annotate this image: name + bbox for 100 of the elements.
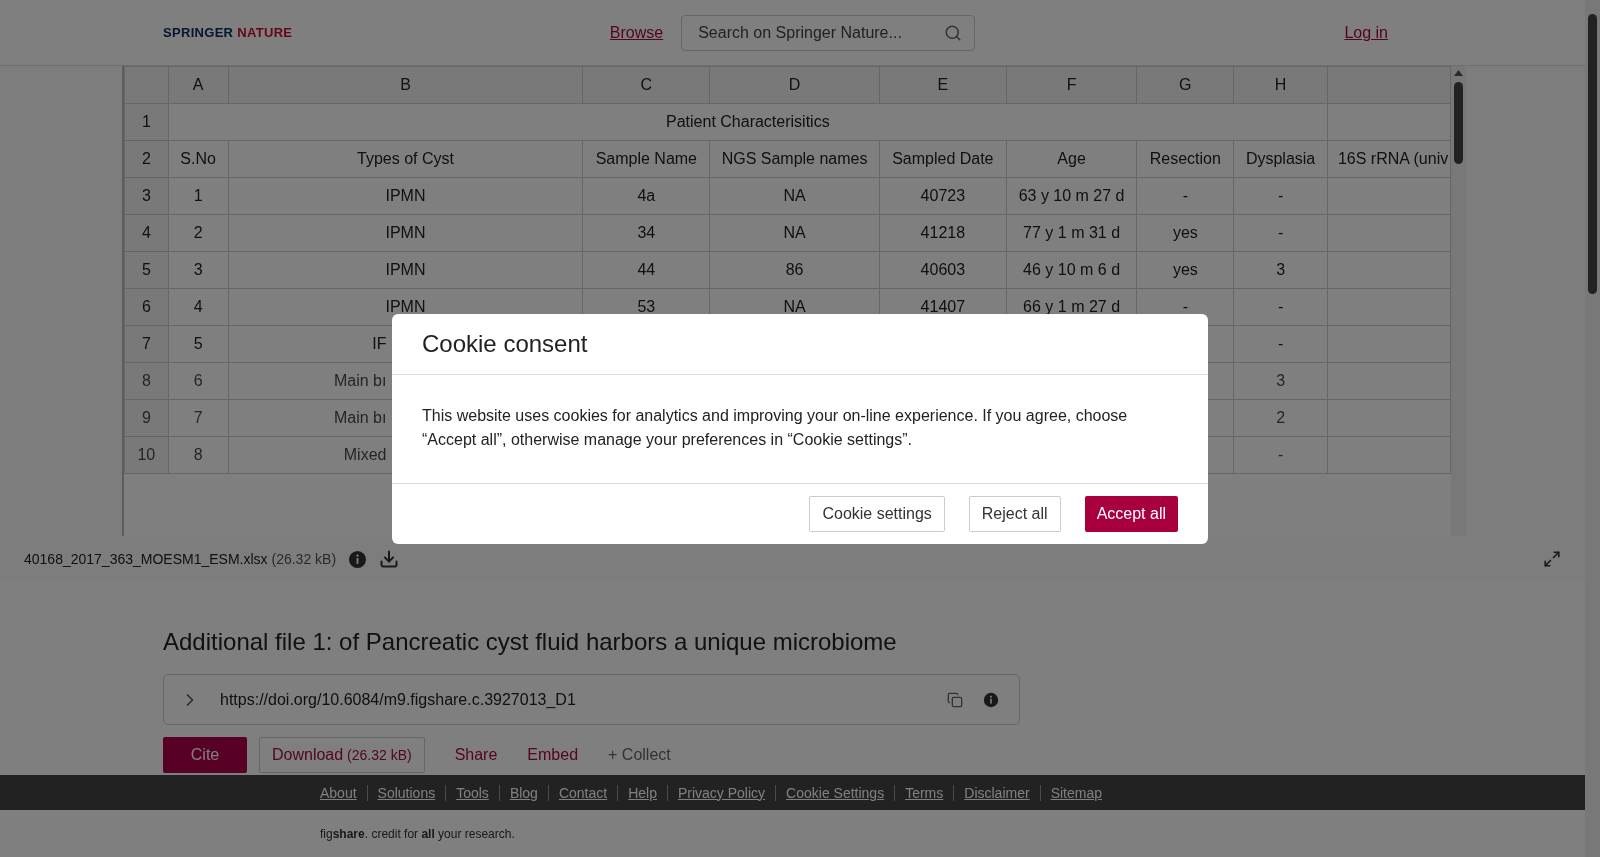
accept-button[interactable]: Accept all [1084, 496, 1178, 532]
table-cell: NA [709, 177, 880, 215]
column-header: D [709, 66, 880, 104]
dialog-button[interactable]: Cookie settings [809, 496, 945, 532]
dialog-title: Cookie consent [392, 314, 1208, 375]
scrollbar[interactable] [1585, 0, 1600, 857]
logo[interactable]: SPRINGER NATURE [0, 25, 610, 40]
table-cell: 6 [168, 362, 228, 400]
expand-icon[interactable] [1543, 550, 1561, 568]
login-link[interactable]: Log in [1344, 23, 1388, 42]
table-cell: S.No [168, 140, 228, 178]
table-cell: Sampled Date [879, 140, 1007, 178]
row-header: 1 [124, 103, 169, 141]
search-icon[interactable] [944, 23, 963, 42]
info-icon[interactable] [348, 549, 368, 569]
table-cell: 44 [582, 251, 710, 289]
table-cell: 4 [168, 288, 228, 326]
footer-link[interactable]: Terms [894, 784, 954, 801]
table-cell: IPMN [228, 251, 583, 289]
table-cell: 2 [1233, 399, 1328, 437]
row-header: 3 [124, 177, 169, 215]
scroll-thumb[interactable] [1588, 14, 1597, 294]
download-icon[interactable] [379, 549, 400, 569]
footer-link[interactable]: Help [617, 784, 667, 801]
footer-link[interactable]: About [310, 784, 367, 801]
table-cell: Types of Cyst [228, 140, 583, 178]
footer-link[interactable]: Privacy Policy [666, 784, 776, 801]
column-header: E [879, 66, 1007, 104]
info-icon[interactable] [983, 691, 999, 708]
row-header: 7 [124, 325, 169, 363]
footer-link[interactable]: Tools [445, 784, 499, 801]
table-cell: 77 y 1 m 31 d [1006, 214, 1137, 252]
table-cell: - [1233, 288, 1328, 326]
table-cell: IPMN [228, 214, 583, 252]
row-header: 10 [124, 436, 169, 474]
table-cell: Resection [1136, 140, 1234, 178]
table-cell: 34 [582, 214, 710, 252]
row-header: 6 [124, 288, 169, 326]
table-cell: NA [709, 214, 880, 252]
doi-link[interactable]: https://doi.org/10.6084/m9.figshare.c.3927013_D1 [220, 690, 927, 709]
column-header: G [1136, 66, 1234, 104]
link-action-button[interactable]: Share [454, 737, 498, 773]
table-cell: - [1233, 436, 1328, 474]
table-cell: 5 [168, 325, 228, 363]
footer-link[interactable]: Contact [547, 784, 618, 801]
table-cell: 2 [168, 214, 228, 252]
footer-link[interactable]: Cookie Settings [775, 784, 895, 801]
table-cell: yes [1136, 251, 1234, 289]
table-cell: 3 [1233, 362, 1328, 400]
row-header: 8 [124, 362, 169, 400]
footer-link[interactable]: Solutions [366, 784, 446, 801]
file-title: Additional file 1: of Pancreatic cyst fluid harbors a unique microbiome [163, 628, 898, 656]
footer-link[interactable]: Disclaimer [953, 784, 1040, 801]
scroll-up-icon[interactable] [1454, 70, 1463, 76]
row-header: 2 [124, 140, 169, 178]
browse-link[interactable]: Browse [609, 23, 664, 42]
table-cell: 63 y 10 m 27 d [1006, 177, 1137, 215]
column-header: H [1233, 66, 1328, 104]
search-box[interactable]: Search on Springer Nature... [681, 14, 976, 51]
muted-action-button[interactable]: + Collect [608, 737, 671, 773]
table-cell: 4a [582, 177, 710, 215]
table-cell: 8 [168, 436, 228, 474]
table-cell: 7 [168, 399, 228, 437]
corner-cell [124, 66, 169, 104]
column-header: F [1006, 66, 1137, 104]
table-cell: 46 y 10 m 6 d [1006, 251, 1137, 289]
file-name: 40168_2017_363_MOESM1_ESM.xlsx (26.32 kB) [24, 551, 337, 567]
column-header: C [582, 66, 710, 104]
table-cell: 41218 [879, 214, 1007, 252]
tagline: figshare. credit for all your research. [319, 826, 516, 841]
dialog-text: This website uses cookies for analytics and improving your on-line experience. If you agree, choose “Accept all”, otherwise manage your preferences in “Cookie settings”. [392, 375, 1208, 484]
table-cell: 3 [168, 251, 228, 289]
table-cell: 16S rRNA (univ [1327, 140, 1451, 178]
scrollbar[interactable] [1451, 66, 1466, 536]
row-header: 4 [124, 214, 169, 252]
row-header: 9 [124, 399, 169, 437]
column-header: A [168, 66, 228, 104]
table-cell: Sample Name [582, 140, 710, 178]
table-cell: Dysplasia [1233, 140, 1328, 178]
table-cell: 1 [168, 177, 228, 215]
copy-icon[interactable] [947, 691, 963, 708]
table-cell: Age [1006, 140, 1137, 178]
column-header: B [228, 66, 583, 104]
table-cell: yes [1136, 214, 1234, 252]
table-cell: 40603 [879, 251, 1007, 289]
link-action-button[interactable]: Embed [527, 737, 579, 773]
table-cell: - [1136, 177, 1234, 215]
footer-link[interactable]: Sitemap [1039, 784, 1112, 801]
table-cell: 86 [709, 251, 880, 289]
row-header: 5 [124, 251, 169, 289]
outlined-action-button[interactable]: Download (26.32 kB) [259, 737, 425, 773]
table-cell: 40723 [879, 177, 1007, 215]
table-cell: - [1233, 325, 1328, 363]
table-cell: Patient Characterisitics [168, 103, 1328, 141]
footer-link[interactable]: Blog [498, 784, 548, 801]
scroll-thumb[interactable] [1454, 82, 1463, 164]
primary-action-button[interactable]: Cite [163, 737, 247, 773]
dialog-button[interactable]: Reject all [968, 496, 1061, 532]
table-cell: IPMN [228, 177, 583, 215]
table-cell: NGS Sample names [709, 140, 880, 178]
